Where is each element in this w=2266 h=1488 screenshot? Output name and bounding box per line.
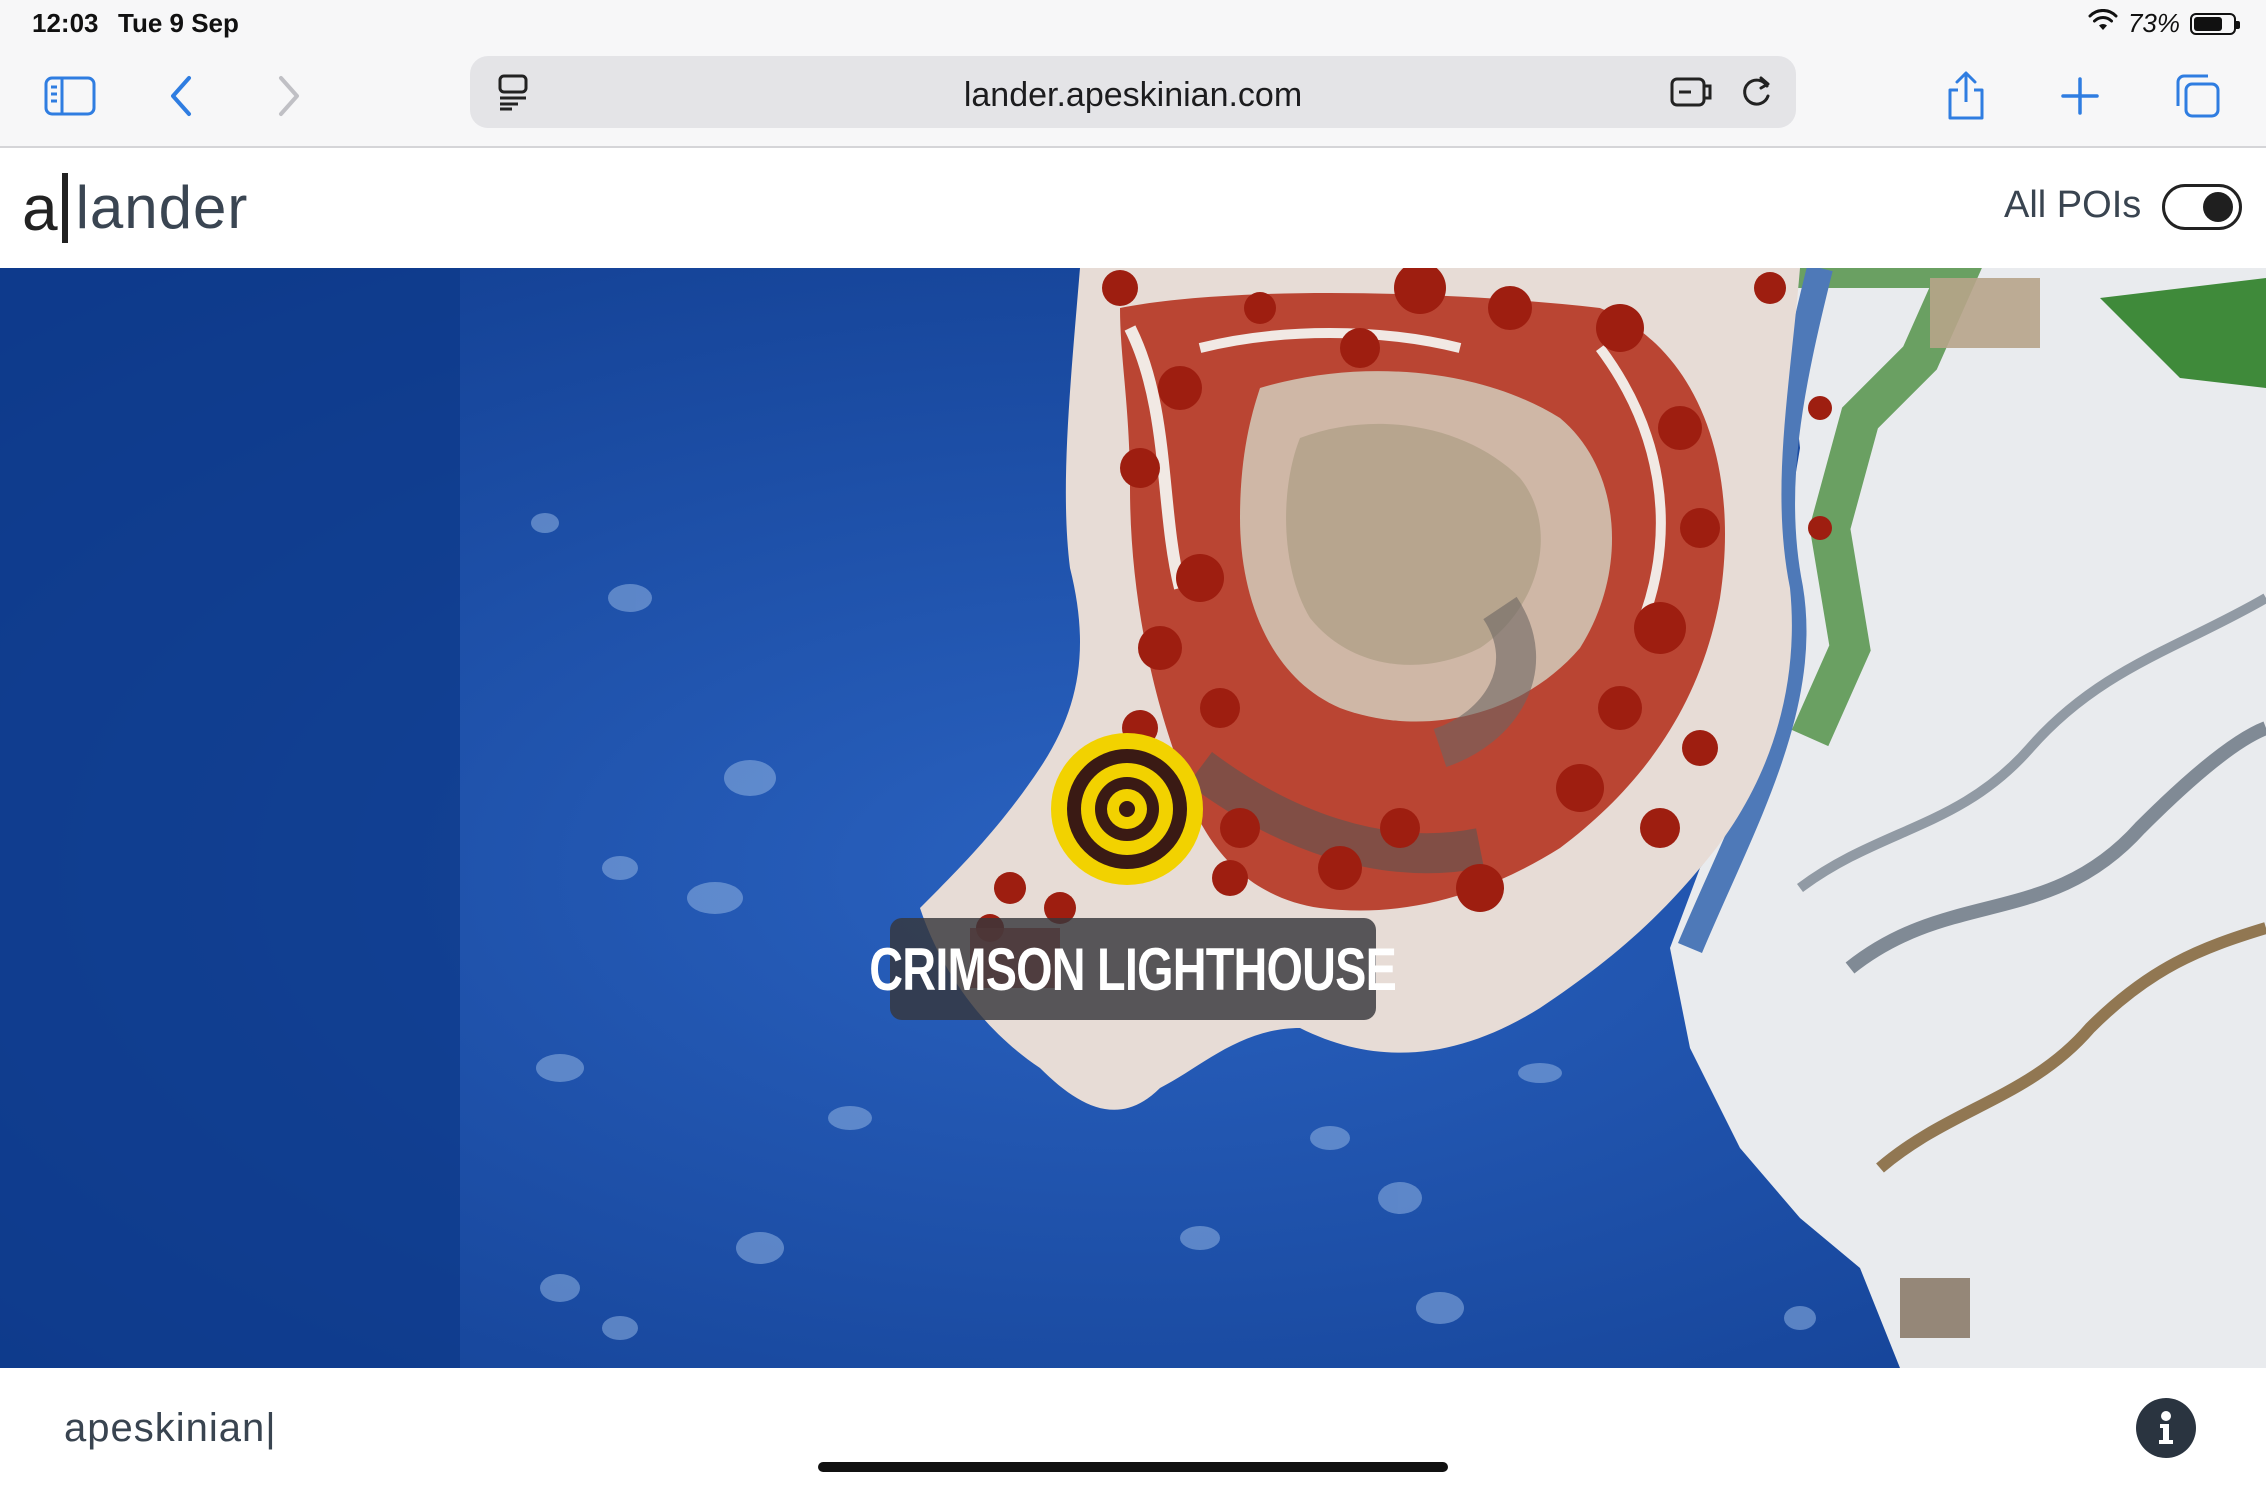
plus-icon: [2061, 77, 2099, 115]
back-icon: [171, 76, 191, 116]
sidebar-button[interactable]: [40, 68, 100, 124]
all-pois-label: All POIs: [2004, 184, 2142, 226]
logo-divider: [61, 173, 68, 243]
battery-level: [2194, 16, 2222, 31]
back-button[interactable]: [152, 68, 212, 124]
share-icon: [1948, 71, 1984, 120]
new-tab-button[interactable]: [2050, 68, 2110, 124]
home-indicator[interactable]: [818, 1462, 1448, 1472]
address-bar[interactable]: lander.apeskinian.com: [470, 56, 1796, 128]
map-view[interactable]: CRIMSON LIGHTHOUSE: [0, 268, 2266, 1368]
sidebar-icon: [44, 76, 96, 116]
extension-icon: [1670, 77, 1712, 107]
status-date: Tue 9 Sep: [118, 8, 239, 38]
info-icon: [2159, 1411, 2173, 1444]
status-right: 73%: [2088, 8, 2240, 39]
battery-icon: [2190, 12, 2240, 35]
logo-word: lander: [75, 174, 249, 241]
forward-button[interactable]: [258, 68, 318, 124]
reload-icon: [1743, 76, 1770, 106]
logo-letter: a: [22, 172, 58, 244]
poi-label-card[interactable]: CRIMSON LIGHTHOUSE: [870, 918, 1397, 1020]
extension-button[interactable]: [1668, 70, 1716, 114]
forward-icon: [279, 76, 299, 116]
tabs-icon: [2176, 74, 2220, 118]
app-header: a lander All POIs: [0, 148, 2266, 268]
status-time: 12:03: [32, 8, 99, 38]
info-button[interactable]: [2136, 1398, 2196, 1458]
browser-toolbar: lander.apeskinian.com: [0, 48, 2266, 148]
wifi-icon: [2088, 9, 2118, 38]
footer-brand[interactable]: apeskinian|: [64, 1406, 277, 1451]
share-button[interactable]: [1936, 68, 1996, 124]
status-bar: 12:03 Tue 9 Sep 73%: [0, 0, 2266, 48]
all-pois-toggle[interactable]: [2162, 184, 2242, 230]
toggle-knob: [2203, 192, 2233, 222]
poi-name: CRIMSON LIGHTHOUSE: [869, 935, 1398, 1003]
tabs-overview-button[interactable]: [2168, 68, 2228, 124]
app-logo[interactable]: a lander: [22, 168, 248, 248]
reload-button[interactable]: [1732, 70, 1780, 114]
url-text[interactable]: lander.apeskinian.com: [470, 76, 1796, 115]
poi-marker-icon[interactable]: [1048, 730, 1206, 888]
battery-percentage: 73%: [2127, 8, 2180, 38]
